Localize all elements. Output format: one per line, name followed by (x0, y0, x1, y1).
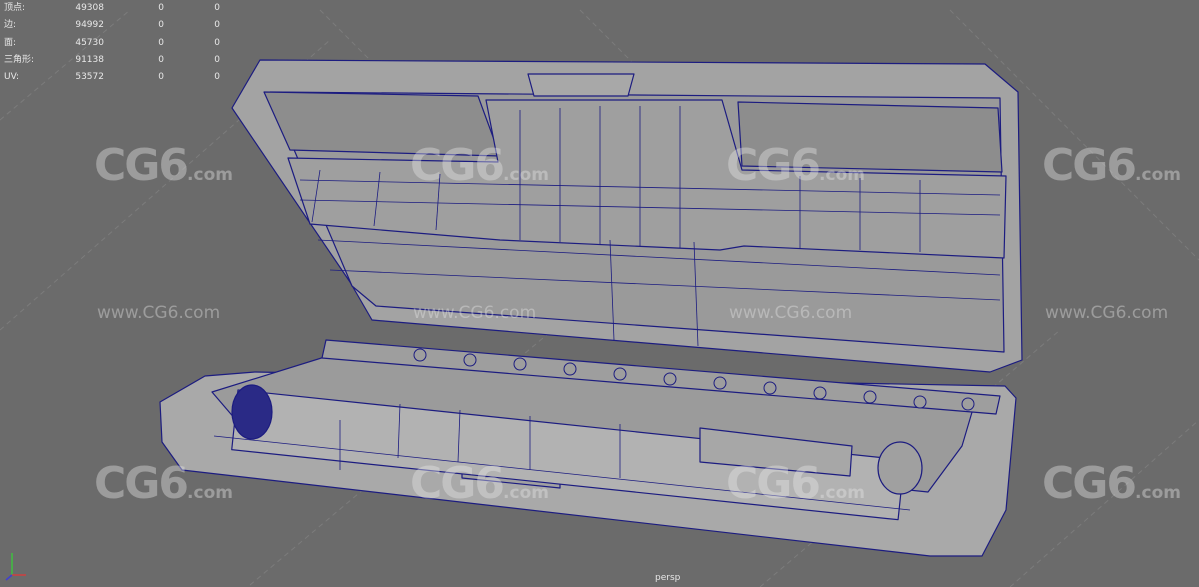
heads-up-poly-count: 顶点: 49308 0 0 边: 94992 0 0 面: 45730 0 0 … (4, 0, 224, 86)
stat-value: 49308 (75, 3, 104, 13)
camera-label: persp (655, 573, 681, 583)
stat-value: 0 (158, 20, 164, 31)
stat-row-faces: 面: 45730 0 0 (4, 35, 224, 52)
stat-row-uvs: UV: 53572 0 0 (4, 69, 224, 86)
stat-value: 91138 (75, 54, 104, 65)
roller-end (231, 384, 273, 440)
maya-viewport[interactable]: 顶点: 49308 0 0 边: 94992 0 0 面: 45730 0 0 … (0, 0, 1199, 587)
stat-value: 0 (158, 54, 164, 65)
roller-tip (877, 441, 923, 495)
watermark-url: www.CG6.com (729, 303, 853, 323)
stat-value: 0 (214, 72, 220, 83)
stat-value: 0 (214, 54, 220, 65)
watermark-logo: CG6.com (726, 458, 865, 509)
stat-value: 0 (214, 3, 220, 13)
watermark-logo: CG6.com (726, 140, 865, 191)
stat-value: 0 (158, 37, 164, 48)
stat-value: 0 (214, 37, 220, 48)
stat-label: 顶点: (4, 3, 26, 13)
stat-row-edges: 边: 94992 0 0 (4, 17, 224, 34)
stat-row-vertices: 顶点: 49308 0 0 (4, 0, 224, 17)
stat-value: 0 (214, 20, 220, 31)
axis-gizmo (5, 553, 26, 581)
stat-value: 45730 (75, 37, 104, 48)
stat-label: 三角形: (4, 54, 35, 65)
stat-row-triangles: 三角形: 91138 0 0 (4, 52, 224, 69)
stat-label: 边: (4, 20, 17, 31)
stat-value: 0 (158, 72, 164, 83)
watermark-logo: CG6.com (410, 140, 549, 191)
stat-label: 面: (4, 37, 17, 48)
stat-value: 94992 (75, 20, 104, 31)
watermark-logo: CG6.com (1042, 458, 1181, 509)
watermark-logo: CG6.com (94, 140, 233, 191)
stat-value: 0 (158, 3, 164, 13)
watermark-logo: CG6.com (94, 458, 233, 509)
lid-latch (527, 73, 635, 97)
stat-label: UV: (4, 72, 20, 83)
watermark-url: www.CG6.com (1045, 303, 1169, 323)
watermark-url: www.CG6.com (413, 303, 537, 323)
watermark-url: www.CG6.com (97, 303, 221, 323)
watermark-logo: CG6.com (1042, 140, 1181, 191)
watermark-logo: CG6.com (410, 458, 549, 509)
stat-value: 53572 (75, 72, 104, 83)
